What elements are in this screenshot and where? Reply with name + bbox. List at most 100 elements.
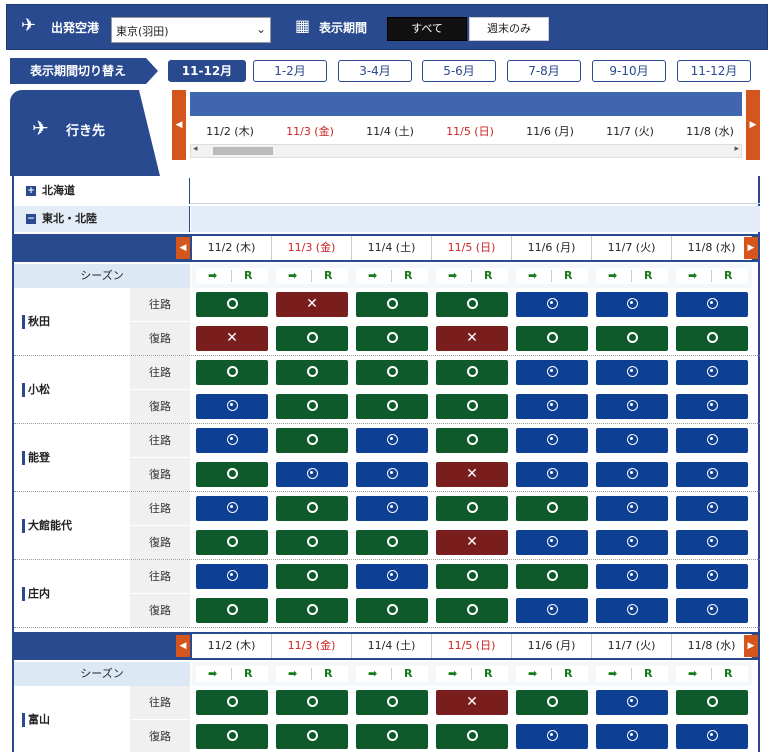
status-available[interactable] <box>276 564 348 589</box>
status-available[interactable] <box>436 360 508 385</box>
status-available-dot[interactable] <box>516 394 588 419</box>
status-available-dot[interactable] <box>676 462 748 487</box>
status-available-dot[interactable] <box>196 564 268 589</box>
status-available-dot[interactable] <box>676 496 748 521</box>
scroll-left-arrow-icon[interactable]: ◂ <box>193 144 198 154</box>
status-available-dot[interactable] <box>596 564 668 589</box>
status-available-dot[interactable] <box>676 530 748 555</box>
status-full[interactable]: ✕ <box>436 690 508 715</box>
status-available[interactable] <box>356 292 428 317</box>
scroll-right-button[interactable]: ▶ <box>746 90 760 160</box>
table-scroll-left-button[interactable]: ◀ <box>176 237 190 259</box>
status-available-dot[interactable] <box>356 564 428 589</box>
status-available[interactable] <box>356 394 428 419</box>
status-available-dot[interactable] <box>196 394 268 419</box>
status-available[interactable] <box>196 530 268 555</box>
period-button[interactable]: 3-4月 <box>338 60 412 82</box>
status-available-dot[interactable] <box>596 394 668 419</box>
status-available-dot[interactable] <box>676 428 748 453</box>
status-available[interactable] <box>516 690 588 715</box>
status-available-dot[interactable] <box>596 598 668 623</box>
region-row[interactable]: + 北海道 <box>14 178 760 204</box>
status-available[interactable] <box>356 326 428 351</box>
status-available-dot[interactable] <box>516 598 588 623</box>
region-label[interactable]: + 北海道 <box>14 178 190 204</box>
status-available[interactable] <box>356 598 428 623</box>
status-available-dot[interactable] <box>516 462 588 487</box>
status-available-dot[interactable] <box>356 462 428 487</box>
table-scroll-left-button[interactable]: ◀ <box>176 635 190 657</box>
status-available[interactable] <box>436 428 508 453</box>
status-available-dot[interactable] <box>596 690 668 715</box>
status-full[interactable]: ✕ <box>436 530 508 555</box>
period-button[interactable]: 11-12月 <box>677 60 751 82</box>
status-full[interactable]: ✕ <box>436 462 508 487</box>
status-available[interactable] <box>276 598 348 623</box>
status-available[interactable] <box>356 360 428 385</box>
status-available[interactable] <box>276 496 348 521</box>
table-scroll-right-button[interactable]: ▶ <box>744 237 758 259</box>
status-available[interactable] <box>276 394 348 419</box>
scroll-left-button[interactable]: ◀ <box>172 90 186 160</box>
status-available-dot[interactable] <box>676 394 748 419</box>
period-button[interactable]: 9-10月 <box>592 60 666 82</box>
region-label[interactable]: − 東北・北陸 <box>14 206 190 232</box>
status-available-dot[interactable] <box>516 292 588 317</box>
status-available[interactable] <box>676 326 748 351</box>
status-available-dot[interactable] <box>676 360 748 385</box>
status-available-dot[interactable] <box>356 496 428 521</box>
period-button[interactable]: 11-12月 <box>168 60 246 82</box>
period-button[interactable]: 1-2月 <box>253 60 327 82</box>
status-available-dot[interactable] <box>676 724 748 749</box>
status-available[interactable] <box>276 530 348 555</box>
status-available[interactable] <box>516 326 588 351</box>
status-available[interactable] <box>436 564 508 589</box>
status-available-dot[interactable] <box>596 496 668 521</box>
status-available[interactable] <box>196 360 268 385</box>
status-available[interactable] <box>436 724 508 749</box>
status-available[interactable] <box>276 724 348 749</box>
status-full[interactable]: ✕ <box>276 292 348 317</box>
status-available-dot[interactable] <box>196 428 268 453</box>
status-available[interactable] <box>356 530 428 555</box>
period-button[interactable]: 5-6月 <box>422 60 496 82</box>
status-available[interactable] <box>436 292 508 317</box>
status-available[interactable] <box>276 360 348 385</box>
status-available[interactable] <box>356 690 428 715</box>
status-available[interactable] <box>356 724 428 749</box>
status-available[interactable] <box>516 496 588 521</box>
filter-all-button[interactable]: すべて <box>387 17 467 41</box>
status-available[interactable] <box>196 724 268 749</box>
status-available-dot[interactable] <box>596 724 668 749</box>
status-available[interactable] <box>276 428 348 453</box>
scroll-right-arrow-icon[interactable]: ▸ <box>734 144 739 154</box>
collapse-icon[interactable]: − <box>26 214 36 224</box>
status-available[interactable] <box>196 462 268 487</box>
status-available-dot[interactable] <box>196 496 268 521</box>
status-available[interactable] <box>436 598 508 623</box>
status-available[interactable] <box>196 292 268 317</box>
status-available[interactable] <box>596 326 668 351</box>
status-available-dot[interactable] <box>516 724 588 749</box>
status-available-dot[interactable] <box>356 428 428 453</box>
status-full[interactable]: ✕ <box>436 326 508 351</box>
status-full[interactable]: ✕ <box>196 326 268 351</box>
status-available-dot[interactable] <box>596 462 668 487</box>
expand-icon[interactable]: + <box>26 186 36 196</box>
status-available[interactable] <box>276 690 348 715</box>
departure-airport-select[interactable]: 東京(羽田) ⌄ <box>111 17 271 43</box>
status-available-dot[interactable] <box>596 292 668 317</box>
status-available[interactable] <box>276 326 348 351</box>
status-available-dot[interactable] <box>676 292 748 317</box>
filter-weekend-button[interactable]: 週末のみ <box>469 17 549 41</box>
status-available[interactable] <box>436 394 508 419</box>
table-scroll-right-button[interactable]: ▶ <box>744 635 758 657</box>
horizontal-scrollbar[interactable]: ◂ ▸ <box>190 144 742 158</box>
status-available[interactable] <box>196 690 268 715</box>
status-available-dot[interactable] <box>596 360 668 385</box>
status-available-dot[interactable] <box>676 598 748 623</box>
region-row[interactable]: − 東北・北陸 <box>14 206 760 232</box>
status-available-dot[interactable] <box>516 530 588 555</box>
status-available[interactable] <box>516 564 588 589</box>
period-button[interactable]: 7-8月 <box>507 60 581 82</box>
